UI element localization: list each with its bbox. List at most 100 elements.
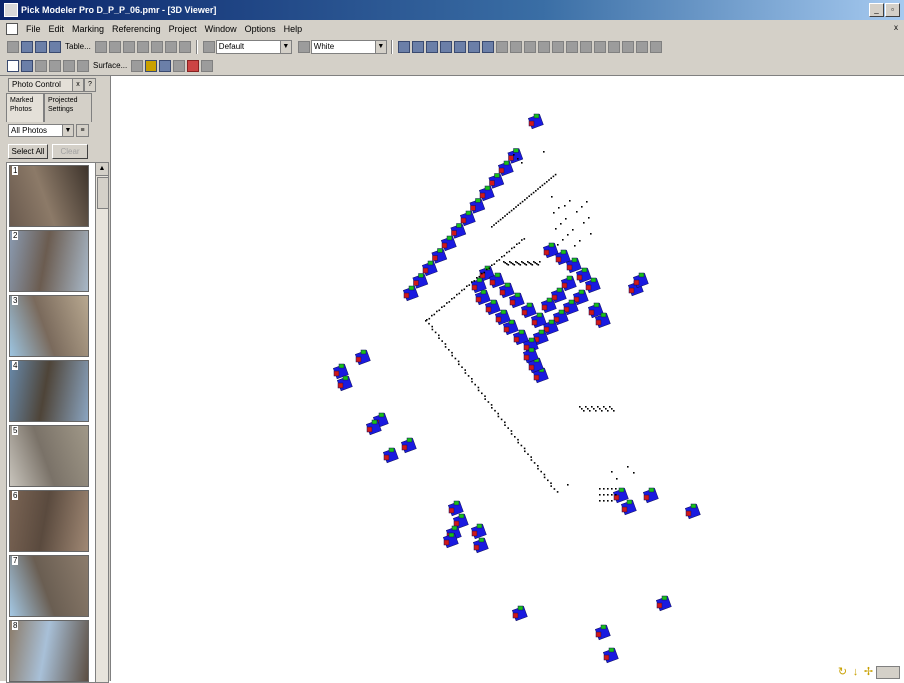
select-all-button[interactable]: Select All xyxy=(8,144,48,159)
camera-marker[interactable] xyxy=(474,289,491,306)
zoom-icon[interactable] xyxy=(108,40,121,53)
menu-referencing[interactable]: Referencing xyxy=(108,24,165,34)
camera-marker[interactable] xyxy=(594,624,611,641)
view-cube-icon[interactable] xyxy=(876,666,900,679)
sphere-tool-icon[interactable] xyxy=(159,59,172,72)
camera-marker[interactable] xyxy=(520,302,537,319)
chevron-down-icon[interactable]: ▼ xyxy=(279,40,291,53)
camera-marker[interactable] xyxy=(507,148,524,164)
photo-thumbnail[interactable]: 2 xyxy=(9,230,89,292)
merge-icon[interactable] xyxy=(173,59,186,72)
camera-marker[interactable] xyxy=(655,595,672,612)
camera-marker[interactable] xyxy=(412,273,429,289)
surface-button[interactable]: Surface... xyxy=(90,61,130,70)
minimize-button[interactable]: _ xyxy=(869,3,884,17)
magnify-icon[interactable] xyxy=(21,59,33,72)
move-icon[interactable]: ✢ xyxy=(863,667,874,678)
camera-marker[interactable] xyxy=(527,113,544,130)
photo-thumbnail[interactable]: 3 xyxy=(9,295,89,357)
wireframe-icon[interactable] xyxy=(649,40,662,53)
camera-marker[interactable] xyxy=(620,499,637,516)
camera-marker[interactable] xyxy=(421,260,438,277)
chevron-down-icon[interactable]: ▼ xyxy=(62,124,74,137)
camera-marker[interactable] xyxy=(450,223,467,239)
camera-marker[interactable] xyxy=(382,447,399,464)
camera-marker[interactable] xyxy=(508,292,525,309)
light-icon[interactable] xyxy=(635,40,648,53)
orbit-icon[interactable]: ↻ xyxy=(837,667,848,678)
photo-list[interactable]: 1 2 3 4 5 6 7 8 xyxy=(6,162,96,683)
camera-marker[interactable] xyxy=(478,185,495,202)
camera-marker[interactable] xyxy=(336,375,353,392)
photo-thumbnail[interactable]: 8 xyxy=(9,620,89,682)
check-icon[interactable] xyxy=(202,40,215,53)
scene-canvas[interactable] xyxy=(111,76,904,681)
walk-icon[interactable]: ↓ xyxy=(850,667,861,678)
save-icon[interactable] xyxy=(35,40,47,53)
open-icon[interactable] xyxy=(21,40,33,53)
photo-list-scrollbar[interactable]: ▲ xyxy=(95,162,109,683)
default-combo[interactable]: Default ▼ xyxy=(215,39,292,54)
photo-thumbnail[interactable]: 7 xyxy=(9,555,89,617)
render-icon[interactable] xyxy=(607,40,620,53)
zoom-out-icon[interactable] xyxy=(136,40,149,53)
photo-thumbnail[interactable]: 6 xyxy=(9,490,89,552)
new-icon[interactable] xyxy=(7,40,19,53)
menu-options[interactable]: Options xyxy=(241,24,280,34)
menu-help[interactable]: Help xyxy=(280,24,307,34)
point-tool-icon[interactable] xyxy=(35,59,47,72)
cylinder-icon[interactable] xyxy=(467,40,480,53)
color-combo[interactable]: White ▼ xyxy=(310,39,387,54)
unlink-icon[interactable] xyxy=(537,40,550,53)
camera-marker[interactable] xyxy=(447,500,464,517)
menu-edit[interactable]: Edit xyxy=(45,24,69,34)
camera-marker[interactable] xyxy=(431,248,448,264)
camera-marker[interactable] xyxy=(470,523,487,540)
camera-marker[interactable] xyxy=(440,235,457,252)
rotate-icon[interactable] xyxy=(178,40,191,53)
camera-marker[interactable] xyxy=(469,198,486,214)
camera-marker[interactable] xyxy=(684,503,701,520)
camera-marker[interactable] xyxy=(498,282,515,299)
camera-marker[interactable] xyxy=(642,487,659,504)
edge-icon[interactable] xyxy=(63,59,75,72)
point-icon[interactable] xyxy=(425,40,438,53)
scrollbar-thumb[interactable] xyxy=(97,177,109,209)
photo-thumbnail[interactable]: 5 xyxy=(9,425,89,487)
menu-window[interactable]: Window xyxy=(201,24,241,34)
color-icon[interactable] xyxy=(297,40,310,53)
camera-marker[interactable] xyxy=(354,349,371,366)
clear-button[interactable]: Clear xyxy=(52,144,88,159)
camera-marker[interactable] xyxy=(511,605,528,622)
line-icon[interactable] xyxy=(439,40,452,53)
measure-icon[interactable] xyxy=(411,40,424,53)
chevron-down-icon[interactable]: ▼ xyxy=(374,40,386,53)
camera-marker[interactable] xyxy=(497,160,514,177)
mdi-close-icon[interactable]: x xyxy=(894,23,898,32)
camera-marker[interactable] xyxy=(402,285,419,302)
close-icon[interactable]: x xyxy=(72,78,84,92)
camera-marker[interactable] xyxy=(484,299,501,316)
zoom-in-icon[interactable] xyxy=(122,40,135,53)
sphere-icon[interactable] xyxy=(481,40,494,53)
marker-icon[interactable] xyxy=(397,40,410,53)
3d-viewer[interactable]: ↻ ↓ ✢ xyxy=(111,76,904,681)
photo-thumbnail[interactable]: 4 xyxy=(9,360,89,422)
camera-marker[interactable] xyxy=(602,647,619,664)
menu-file[interactable]: File xyxy=(22,24,45,34)
fit-icon[interactable] xyxy=(150,40,163,53)
target-icon[interactable] xyxy=(509,40,522,53)
scroll-up-icon[interactable]: ▲ xyxy=(96,163,108,176)
camera-icon[interactable] xyxy=(495,40,508,53)
camera-marker[interactable] xyxy=(472,537,489,554)
camera-marker[interactable] xyxy=(400,437,417,454)
photo-thumbnail[interactable]: 1 xyxy=(9,165,89,227)
camera-marker[interactable] xyxy=(575,267,592,284)
help-icon[interactable]: ? xyxy=(84,78,96,92)
export-icon[interactable] xyxy=(593,40,606,53)
table-button[interactable]: Table... xyxy=(62,42,94,51)
curve-icon[interactable] xyxy=(77,59,89,72)
scale-icon[interactable] xyxy=(565,40,578,53)
photo-filter-select[interactable]: All Photos xyxy=(8,124,70,137)
cylinder-tool-icon[interactable] xyxy=(131,59,144,72)
